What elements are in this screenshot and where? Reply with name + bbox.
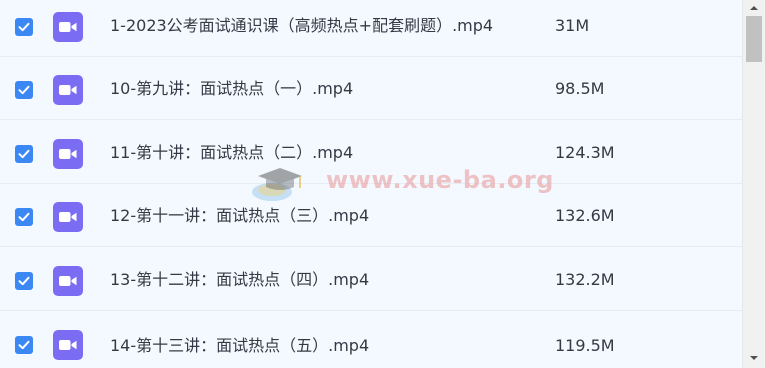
file-name: 14-第十三讲：面试热点（五）.mp4 <box>110 336 370 355</box>
file-checkbox[interactable] <box>15 81 33 99</box>
video-file-icon <box>53 75 83 105</box>
file-name: 1-2023公考面试通识课（高频热点+配套刷题）.mp4 <box>110 16 494 35</box>
list-item[interactable]: 14-第十三讲：面试热点（五）.mp4 119.5M <box>0 312 742 368</box>
file-list: 1-2023公考面试通识课（高频热点+配套刷题）.mp4 31M 10-第九讲：… <box>0 0 743 368</box>
checkmark-icon <box>18 149 30 159</box>
file-size: 132.6M <box>555 206 615 225</box>
file-checkbox[interactable] <box>15 208 33 226</box>
list-item[interactable]: 10-第九讲：面试热点（一）.mp4 98.5M <box>0 57 742 120</box>
file-size: 119.5M <box>555 336 615 355</box>
file-size: 124.3M <box>555 143 615 162</box>
video-file-icon <box>53 266 83 296</box>
video-file-icon <box>53 139 83 169</box>
list-item[interactable]: 12-第十一讲：面试热点（三）.mp4 132.6M <box>0 184 742 247</box>
checkmark-icon <box>18 85 30 95</box>
file-name: 12-第十一讲：面试热点（三）.mp4 <box>110 206 370 225</box>
file-checkbox[interactable] <box>15 18 33 36</box>
video-file-icon <box>53 330 83 360</box>
file-name: 13-第十二讲：面试热点（四）.mp4 <box>110 270 370 289</box>
file-list-window: 1-2023公考面试通识课（高频热点+配套刷题）.mp4 31M 10-第九讲：… <box>0 0 765 368</box>
list-item[interactable]: 13-第十二讲：面试热点（四）.mp4 132.2M <box>0 248 742 311</box>
checkmark-icon <box>18 212 30 222</box>
file-size: 31M <box>555 16 590 35</box>
file-size: 98.5M <box>555 79 605 98</box>
vertical-scrollbar[interactable] <box>743 0 765 368</box>
scroll-up-arrow-icon[interactable] <box>743 0 765 16</box>
scrollbar-thumb[interactable] <box>746 16 762 62</box>
checkmark-icon <box>18 22 30 32</box>
list-item[interactable]: 1-2023公考面试通识课（高频热点+配套刷题）.mp4 31M <box>0 0 742 57</box>
checkmark-icon <box>18 276 30 286</box>
file-size: 132.2M <box>555 270 615 289</box>
scroll-down-arrow-icon[interactable] <box>743 350 765 366</box>
checkmark-icon <box>18 340 30 350</box>
file-checkbox[interactable] <box>15 336 33 354</box>
file-name: 10-第九讲：面试热点（一）.mp4 <box>110 79 354 98</box>
file-checkbox[interactable] <box>15 272 33 290</box>
file-name: 11-第十讲：面试热点（二）.mp4 <box>110 143 354 162</box>
list-item[interactable]: 11-第十讲：面试热点（二）.mp4 124.3M <box>0 121 742 184</box>
video-file-icon <box>53 12 83 42</box>
video-file-icon <box>53 202 83 232</box>
file-checkbox[interactable] <box>15 145 33 163</box>
